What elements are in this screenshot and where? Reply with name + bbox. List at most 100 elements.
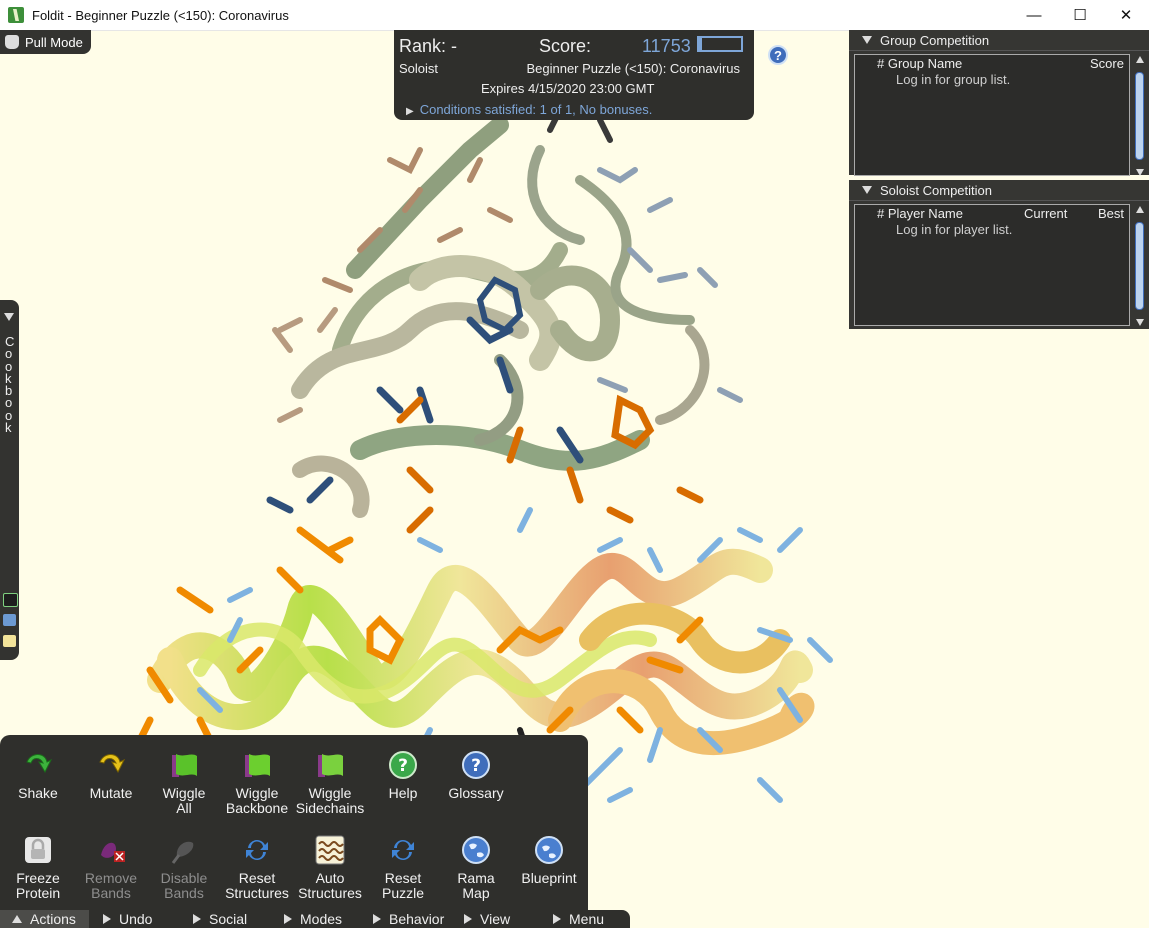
- minimize-button[interactable]: —: [1011, 0, 1057, 30]
- competition-mode: Soloist: [399, 61, 439, 76]
- collapse-triangle-icon: [4, 313, 14, 321]
- lock-icon: [23, 835, 53, 865]
- wiggle-all-button[interactable]: Wiggle All: [147, 750, 221, 816]
- shake-icon: [23, 750, 53, 780]
- svg-text:?: ?: [471, 756, 481, 776]
- group-list[interactable]: # Group Name Score Log in for group list…: [854, 54, 1130, 176]
- expand-right-icon: [464, 914, 472, 924]
- player-login-note: Log in for player list.: [896, 222, 1013, 237]
- blueprint-icon: [534, 835, 564, 865]
- undo-tab[interactable]: Undo: [103, 910, 152, 928]
- remove-bands-icon: [96, 835, 126, 865]
- group-competition-header[interactable]: Group Competition: [849, 30, 1149, 51]
- wiggle-backbone-button[interactable]: Wiggle Backbone: [220, 750, 294, 816]
- help-button[interactable]: ? Help: [366, 750, 440, 801]
- rama-map-button[interactable]: Rama Map: [439, 835, 513, 901]
- expand-right-icon: [103, 914, 111, 924]
- maximize-button[interactable]: ☐: [1057, 0, 1103, 30]
- group-competition-panel: Group Competition # Group Name Score Log…: [849, 30, 1149, 176]
- reset-structures-icon: [242, 835, 272, 865]
- notepad-icon[interactable]: [3, 635, 16, 647]
- scroll-down-icon[interactable]: [1136, 169, 1144, 176]
- expand-up-icon: [12, 915, 22, 923]
- expand-right-icon: [553, 914, 561, 924]
- console-icon[interactable]: [3, 593, 18, 607]
- glossary-button[interactable]: ? Glossary: [439, 750, 513, 801]
- help-icon[interactable]: ?: [768, 45, 788, 65]
- foldit-app-icon: [8, 7, 24, 23]
- player-name-column: # Player Name: [877, 206, 963, 221]
- soloist-competition-title: Soloist Competition: [880, 182, 992, 198]
- remove-bands-button[interactable]: Remove Bands: [74, 835, 148, 901]
- player-list[interactable]: # Player Name Current Best Log in for pl…: [854, 204, 1130, 326]
- expand-arrow-icon: ▶: [406, 106, 414, 117]
- soloist-competition-header[interactable]: Soloist Competition: [849, 180, 1149, 201]
- expand-right-icon: [284, 914, 292, 924]
- conditions-toggle[interactable]: ▶ Conditions satisfied: 1 of 1, No bonuse…: [406, 102, 652, 117]
- reset-puzzle-icon: [388, 835, 418, 865]
- freeze-protein-button[interactable]: Freeze Protein: [1, 835, 75, 901]
- recipe-folder-icon[interactable]: [3, 614, 16, 626]
- scroll-up-icon[interactable]: [1136, 206, 1144, 213]
- bottom-menu-bar: Actions Undo Social Modes Behavior View …: [0, 910, 630, 928]
- wiggle-sidechains-button[interactable]: Wiggle Sidechains: [293, 750, 367, 816]
- score-panel: Rank: - Score: 11753 Soloist Beginner Pu…: [394, 30, 754, 120]
- scroll-thumb[interactable]: [1135, 222, 1144, 310]
- behavior-tab[interactable]: Behavior: [373, 910, 444, 928]
- expires-text: Expires 4/15/2020 23:00 GMT: [481, 81, 655, 96]
- group-login-note: Log in for group list.: [896, 72, 1011, 87]
- scroll-up-icon[interactable]: [1136, 56, 1144, 63]
- reset-structures-button[interactable]: Reset Structures: [220, 835, 294, 901]
- blueprint-button[interactable]: Blueprint: [512, 835, 586, 886]
- mutate-button[interactable]: Mutate: [74, 750, 148, 801]
- menu-tab[interactable]: Menu: [553, 910, 604, 928]
- current-column: Current: [1024, 206, 1068, 221]
- auto-structures-icon: [315, 835, 345, 865]
- group-score-column: Score: [1090, 56, 1124, 71]
- score-value: 11753: [642, 36, 691, 56]
- cookbook-tab[interactable]: C o o k b o o k: [0, 300, 19, 660]
- expand-right-icon: [193, 914, 201, 924]
- player-scrollbar[interactable]: [1134, 206, 1146, 326]
- disable-bands-icon: [169, 835, 199, 865]
- pull-mode-indicator[interactable]: Pull Mode: [0, 30, 91, 54]
- collapse-triangle-icon: [862, 186, 872, 194]
- hand-icon: [5, 35, 19, 49]
- cookbook-label: C o o k b o o k: [5, 334, 15, 436]
- close-button[interactable]: ✕: [1103, 0, 1149, 30]
- pull-mode-label: Pull Mode: [25, 34, 83, 50]
- auto-structures-button[interactable]: Auto Structures: [293, 835, 367, 901]
- expand-right-icon: [373, 914, 381, 924]
- collapse-triangle-icon: [862, 36, 872, 44]
- score-bar: [697, 36, 743, 52]
- glossary-icon: ?: [461, 750, 491, 780]
- actions-panel: Shake Mutate Wiggle All Wiggle Backbone …: [0, 735, 588, 910]
- window-titlebar: Foldit - Beginner Puzzle (<150): Coronav…: [0, 0, 1149, 31]
- actions-tab[interactable]: Actions: [0, 910, 89, 928]
- group-name-column: # Group Name: [877, 56, 963, 71]
- puzzle-name: Beginner Puzzle (<150): Coronavirus: [526, 61, 740, 76]
- scroll-thumb[interactable]: [1135, 72, 1144, 160]
- disable-bands-button[interactable]: Disable Bands: [147, 835, 221, 901]
- best-column: Best: [1098, 206, 1125, 221]
- conditions-text: Conditions satisfied: 1 of 1, No bonuses…: [419, 102, 653, 117]
- group-scrollbar[interactable]: [1134, 56, 1146, 176]
- soloist-competition-panel: Soloist Competition # Player Name Curren…: [849, 180, 1149, 329]
- rama-map-icon: [461, 835, 491, 865]
- view-tab[interactable]: View: [464, 910, 510, 928]
- scroll-down-icon[interactable]: [1136, 319, 1144, 326]
- group-competition-title: Group Competition: [880, 32, 990, 48]
- wiggle-backbone-icon: [242, 750, 272, 780]
- wiggle-sidechains-icon: [315, 750, 345, 780]
- wiggle-all-icon: [169, 750, 199, 780]
- social-tab[interactable]: Social: [193, 910, 247, 928]
- help-icon: ?: [388, 750, 418, 780]
- reset-puzzle-button[interactable]: Reset Puzzle: [366, 835, 440, 901]
- score-label: Score:: [539, 36, 592, 56]
- rank-label: Rank: -: [399, 36, 458, 56]
- window-title: Foldit - Beginner Puzzle (<150): Coronav…: [32, 7, 289, 23]
- mutate-icon: [96, 750, 126, 780]
- shake-button[interactable]: Shake: [1, 750, 75, 801]
- svg-text:?: ?: [398, 756, 408, 776]
- modes-tab[interactable]: Modes: [284, 910, 342, 928]
